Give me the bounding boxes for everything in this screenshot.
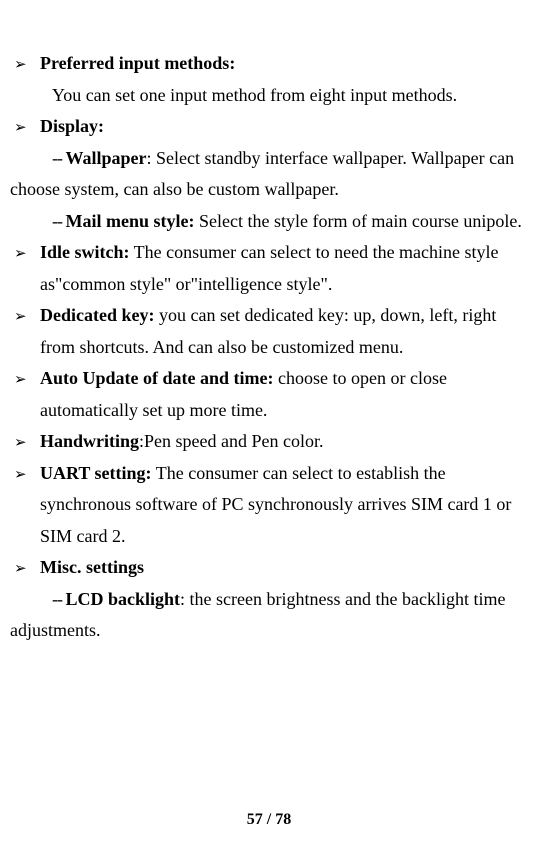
sub-indent: -- Wallpaper: [10, 148, 147, 168]
bullet-icon: ➢: [10, 300, 40, 330]
item-body: Misc. settings: [40, 552, 528, 584]
bullet-icon: ➢: [10, 426, 40, 456]
list-item: ➢ Auto Update of date and time: choose t…: [10, 363, 528, 426]
item-body: Idle switch: The consumer can select to …: [40, 237, 528, 300]
item-title: Preferred input methods:: [40, 53, 235, 73]
document-body: ➢ Preferred input methods: You can set o…: [10, 48, 528, 647]
list-item: ➢ Handwriting:Pen speed and Pen color.: [10, 426, 528, 458]
sub-title: LCD backlight: [66, 589, 181, 609]
sub-item-mail: -- Mail menu style: Select the style for…: [10, 206, 528, 238]
item-title: Auto Update of date and time:: [40, 368, 274, 388]
sub-item-lcd: -- LCD backlight: the screen brightness …: [10, 584, 528, 647]
item-body: UART setting: The consumer can select to…: [40, 458, 528, 553]
bullet-icon: ➢: [10, 458, 40, 488]
bullet-icon: ➢: [10, 363, 40, 393]
bullet-icon: ➢: [10, 552, 40, 582]
list-item: ➢ UART setting: The consumer can select …: [10, 458, 528, 553]
list-item: ➢ Preferred input methods:: [10, 48, 528, 80]
item-body: Preferred input methods:: [40, 48, 528, 80]
item-title: Display:: [40, 116, 104, 136]
item-title: Misc. settings: [40, 557, 144, 577]
item-body: Dedicated key: you can set dedicated key…: [40, 300, 528, 363]
item-description: You can set one input method from eight …: [10, 80, 528, 112]
list-item: ➢ Display:: [10, 111, 528, 143]
bullet-icon: ➢: [10, 48, 40, 78]
page-number: 57 / 78: [0, 806, 538, 834]
item-title: UART setting:: [40, 463, 152, 483]
sub-indent: -- LCD backlight: [10, 589, 180, 609]
bullet-icon: ➢: [10, 111, 40, 141]
bullet-icon: ➢: [10, 237, 40, 267]
sub-desc: Select the style form of main course uni…: [194, 211, 521, 231]
list-item: ➢ Idle switch: The consumer can select t…: [10, 237, 528, 300]
item-title: Idle switch:: [40, 242, 130, 262]
dash-prefix: --: [52, 211, 66, 231]
list-item: ➢ Dedicated key: you can set dedicated k…: [10, 300, 528, 363]
list-item: ➢ Misc. settings: [10, 552, 528, 584]
item-title: Handwriting: [40, 431, 139, 451]
sub-title: Mail menu style:: [66, 211, 195, 231]
item-body: Handwriting:Pen speed and Pen color.: [40, 426, 528, 458]
dash-prefix: --: [52, 148, 66, 168]
sub-indent: -- Mail menu style:: [10, 211, 194, 231]
item-body: Auto Update of date and time: choose to …: [40, 363, 528, 426]
item-body: Display:: [40, 111, 528, 143]
item-title: Dedicated key:: [40, 305, 154, 325]
dash-prefix: --: [52, 589, 66, 609]
item-description: :Pen speed and Pen color.: [139, 431, 323, 451]
sub-item-wallpaper: -- Wallpaper: Select standby interface w…: [10, 143, 528, 206]
sub-title: Wallpaper: [66, 148, 147, 168]
